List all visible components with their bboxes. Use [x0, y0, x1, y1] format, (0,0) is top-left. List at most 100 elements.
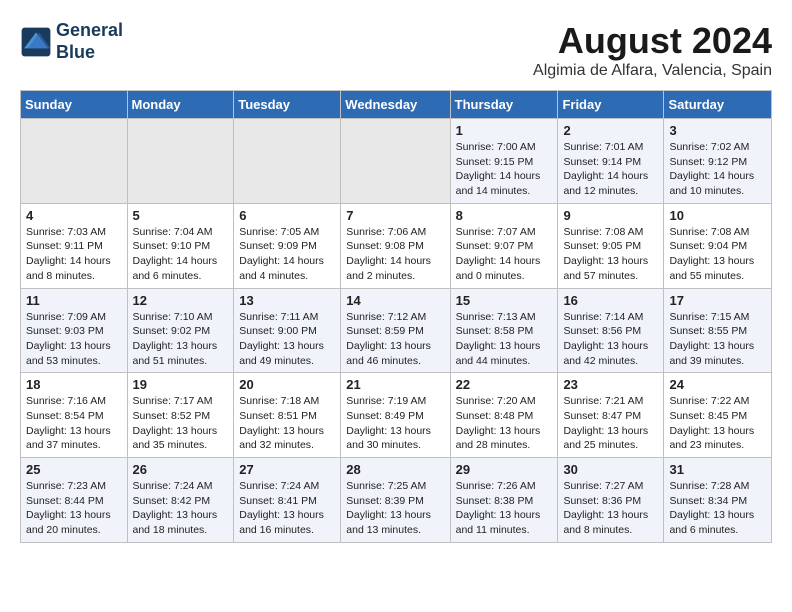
day-number: 31	[669, 462, 766, 477]
day-number: 3	[669, 123, 766, 138]
calendar-cell: 31 Sunrise: 7:28 AM Sunset: 8:34 PM Dayli…	[664, 458, 772, 543]
day-info: Sunrise: 7:02 AM Sunset: 9:12 PM Dayligh…	[669, 140, 766, 199]
calendar-body: 1 Sunrise: 7:00 AM Sunset: 9:15 PM Daylig…	[21, 119, 772, 543]
day-info: Sunrise: 7:25 AM Sunset: 8:39 PM Dayligh…	[346, 479, 444, 538]
day-number: 6	[239, 208, 335, 223]
calendar-cell: 23Sunrise: 7:21 AM Sunset: 8:47 PM Dayli…	[558, 373, 664, 458]
calendar-cell: 27 Sunrise: 7:24 AM Sunset: 8:41 PM Dayli…	[234, 458, 341, 543]
day-number: 27	[239, 462, 335, 477]
calendar-cell: 13Sunrise: 7:11 AM Sunset: 9:00 PM Dayli…	[234, 288, 341, 373]
calendar-cell: 15Sunrise: 7:13 AM Sunset: 8:58 PM Dayli…	[450, 288, 558, 373]
day-number: 16	[563, 293, 658, 308]
calendar-cell	[127, 119, 234, 204]
day-number: 1	[456, 123, 553, 138]
day-info: Sunrise: 7:12 AM Sunset: 8:59 PM Dayligh…	[346, 310, 444, 369]
day-of-week-header: Thursday	[450, 91, 558, 119]
calendar-cell	[21, 119, 128, 204]
day-number: 18	[26, 377, 122, 392]
calendar-cell: 12 Sunrise: 7:10 AM Sunset: 9:02 PM Dayli…	[127, 288, 234, 373]
month-year-title: August 2024	[533, 20, 772, 62]
day-number: 8	[456, 208, 553, 223]
day-info: Sunrise: 7:05 AM Sunset: 9:09 PM Dayligh…	[239, 225, 335, 284]
day-of-week-header: Monday	[127, 91, 234, 119]
day-info: Sunrise: 7:24 AM Sunset: 8:41 PM Dayligh…	[239, 479, 335, 538]
day-of-week-header: Tuesday	[234, 91, 341, 119]
day-of-week-header: Wednesday	[341, 91, 450, 119]
calendar-cell: 19 Sunrise: 7:17 AM Sunset: 8:52 PM Dayli…	[127, 373, 234, 458]
day-info: Sunrise: 7:15 AM Sunset: 8:55 PM Dayligh…	[669, 310, 766, 369]
day-of-week-header: Friday	[558, 91, 664, 119]
day-info: Sunrise: 7:14 AM Sunset: 8:56 PM Dayligh…	[563, 310, 658, 369]
calendar-cell: 21 Sunrise: 7:19 AM Sunset: 8:49 PM Dayli…	[341, 373, 450, 458]
logo-text: General Blue	[56, 20, 123, 63]
calendar-cell: 14 Sunrise: 7:12 AM Sunset: 8:59 PM Dayli…	[341, 288, 450, 373]
calendar-cell: 4Sunrise: 7:03 AM Sunset: 9:11 PM Daylig…	[21, 203, 128, 288]
day-number: 2	[563, 123, 658, 138]
calendar-cell	[341, 119, 450, 204]
calendar-cell: 25 Sunrise: 7:23 AM Sunset: 8:44 PM Dayli…	[21, 458, 128, 543]
calendar-cell: 10 Sunrise: 7:08 AM Sunset: 9:04 PM Dayli…	[664, 203, 772, 288]
calendar-cell: 1 Sunrise: 7:00 AM Sunset: 9:15 PM Daylig…	[450, 119, 558, 204]
day-number: 14	[346, 293, 444, 308]
day-info: Sunrise: 7:00 AM Sunset: 9:15 PM Dayligh…	[456, 140, 553, 199]
calendar-week-row: 18 Sunrise: 7:16 AM Sunset: 8:54 PM Dayli…	[21, 373, 772, 458]
day-info: Sunrise: 7:07 AM Sunset: 9:07 PM Dayligh…	[456, 225, 553, 284]
day-info: Sunrise: 7:24 AM Sunset: 8:42 PM Dayligh…	[133, 479, 229, 538]
day-number: 12	[133, 293, 229, 308]
calendar-cell: 11 Sunrise: 7:09 AM Sunset: 9:03 PM Dayli…	[21, 288, 128, 373]
day-number: 21	[346, 377, 444, 392]
calendar-cell: 20Sunrise: 7:18 AM Sunset: 8:51 PM Dayli…	[234, 373, 341, 458]
day-info: Sunrise: 7:08 AM Sunset: 9:04 PM Dayligh…	[669, 225, 766, 284]
day-info: Sunrise: 7:13 AM Sunset: 8:58 PM Dayligh…	[456, 310, 553, 369]
calendar-cell: 3 Sunrise: 7:02 AM Sunset: 9:12 PM Daylig…	[664, 119, 772, 204]
calendar-cell: 8 Sunrise: 7:07 AM Sunset: 9:07 PM Daylig…	[450, 203, 558, 288]
calendar-week-row: 1 Sunrise: 7:00 AM Sunset: 9:15 PM Daylig…	[21, 119, 772, 204]
calendar-cell: 18 Sunrise: 7:16 AM Sunset: 8:54 PM Dayli…	[21, 373, 128, 458]
day-info: Sunrise: 7:22 AM Sunset: 8:45 PM Dayligh…	[669, 394, 766, 453]
day-number: 5	[133, 208, 229, 223]
calendar-cell: 9Sunrise: 7:08 AM Sunset: 9:05 PM Daylig…	[558, 203, 664, 288]
day-info: Sunrise: 7:04 AM Sunset: 9:10 PM Dayligh…	[133, 225, 229, 284]
day-info: Sunrise: 7:27 AM Sunset: 8:36 PM Dayligh…	[563, 479, 658, 538]
day-number: 19	[133, 377, 229, 392]
day-number: 28	[346, 462, 444, 477]
calendar-cell: 5 Sunrise: 7:04 AM Sunset: 9:10 PM Daylig…	[127, 203, 234, 288]
day-info: Sunrise: 7:26 AM Sunset: 8:38 PM Dayligh…	[456, 479, 553, 538]
day-info: Sunrise: 7:19 AM Sunset: 8:49 PM Dayligh…	[346, 394, 444, 453]
day-info: Sunrise: 7:23 AM Sunset: 8:44 PM Dayligh…	[26, 479, 122, 538]
day-number: 10	[669, 208, 766, 223]
title-section: August 2024 Algimia de Alfara, Valencia,…	[533, 20, 772, 80]
day-info: Sunrise: 7:28 AM Sunset: 8:34 PM Dayligh…	[669, 479, 766, 538]
day-info: Sunrise: 7:09 AM Sunset: 9:03 PM Dayligh…	[26, 310, 122, 369]
calendar-cell	[234, 119, 341, 204]
calendar-cell: 16 Sunrise: 7:14 AM Sunset: 8:56 PM Dayli…	[558, 288, 664, 373]
day-number: 7	[346, 208, 444, 223]
day-info: Sunrise: 7:10 AM Sunset: 9:02 PM Dayligh…	[133, 310, 229, 369]
day-info: Sunrise: 7:20 AM Sunset: 8:48 PM Dayligh…	[456, 394, 553, 453]
day-number: 30	[563, 462, 658, 477]
calendar-cell: 7 Sunrise: 7:06 AM Sunset: 9:08 PM Daylig…	[341, 203, 450, 288]
calendar-cell: 22 Sunrise: 7:20 AM Sunset: 8:48 PM Dayli…	[450, 373, 558, 458]
calendar-week-row: 11 Sunrise: 7:09 AM Sunset: 9:03 PM Dayli…	[21, 288, 772, 373]
day-of-week-header: Sunday	[21, 91, 128, 119]
logo-icon	[20, 26, 52, 58]
page-header: General Blue August 2024 Algimia de Alfa…	[20, 20, 772, 80]
day-number: 13	[239, 293, 335, 308]
day-info: Sunrise: 7:21 AM Sunset: 8:47 PM Dayligh…	[563, 394, 658, 453]
day-number: 17	[669, 293, 766, 308]
day-info: Sunrise: 7:17 AM Sunset: 8:52 PM Dayligh…	[133, 394, 229, 453]
day-number: 11	[26, 293, 122, 308]
calendar-cell: 28 Sunrise: 7:25 AM Sunset: 8:39 PM Dayli…	[341, 458, 450, 543]
calendar-week-row: 25 Sunrise: 7:23 AM Sunset: 8:44 PM Dayli…	[21, 458, 772, 543]
day-number: 29	[456, 462, 553, 477]
day-number: 22	[456, 377, 553, 392]
day-info: Sunrise: 7:01 AM Sunset: 9:14 PM Dayligh…	[563, 140, 658, 199]
calendar-cell: 29 Sunrise: 7:26 AM Sunset: 8:38 PM Dayli…	[450, 458, 558, 543]
calendar-cell: 17 Sunrise: 7:15 AM Sunset: 8:55 PM Dayli…	[664, 288, 772, 373]
day-number: 25	[26, 462, 122, 477]
day-number: 24	[669, 377, 766, 392]
day-of-week-header: Saturday	[664, 91, 772, 119]
day-info: Sunrise: 7:16 AM Sunset: 8:54 PM Dayligh…	[26, 394, 122, 453]
calendar-cell: 30 Sunrise: 7:27 AM Sunset: 8:36 PM Dayli…	[558, 458, 664, 543]
day-info: Sunrise: 7:06 AM Sunset: 9:08 PM Dayligh…	[346, 225, 444, 284]
